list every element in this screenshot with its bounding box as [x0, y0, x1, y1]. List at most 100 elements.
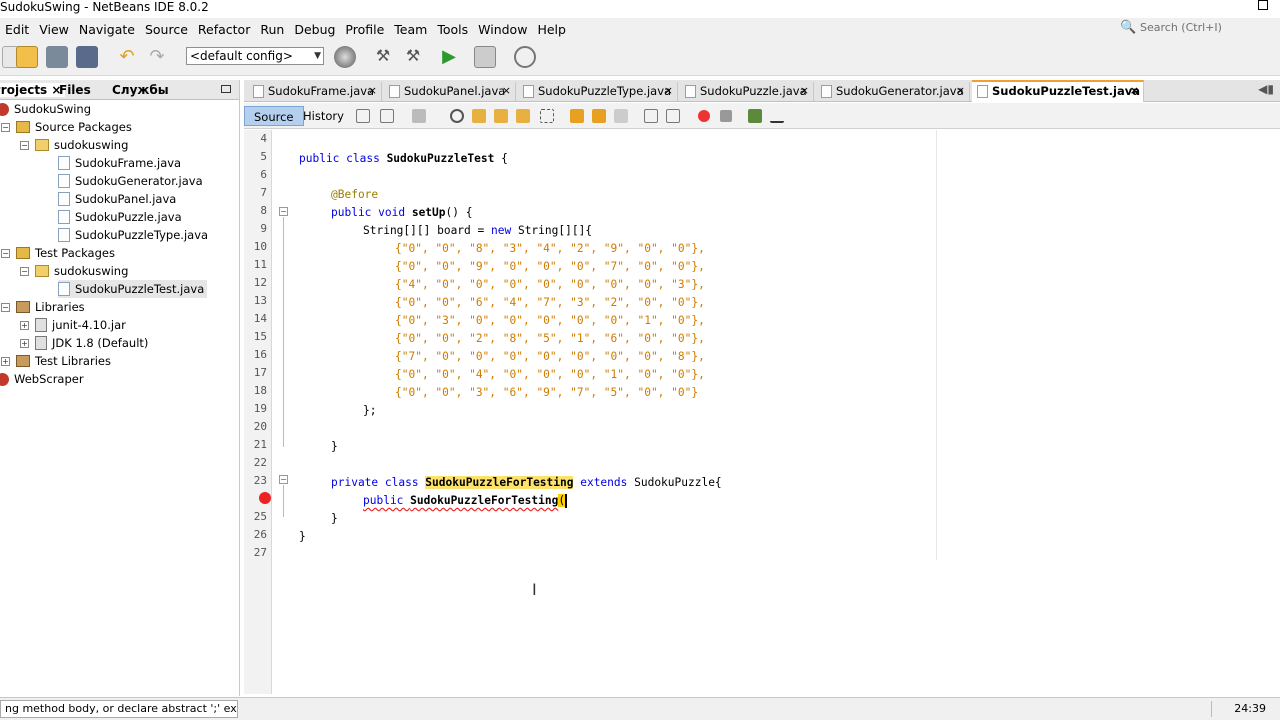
- tree-node-sudokugenerator[interactable]: SudokuGenerator.java: [58, 172, 203, 190]
- tab-sudokugenerator[interactable]: SudokuGenerator.java ×: [816, 82, 970, 101]
- restore-window-icon[interactable]: [1258, 0, 1268, 10]
- shift-left-icon[interactable]: [644, 109, 658, 123]
- tab-files[interactable]: Files: [59, 83, 91, 97]
- tree-node-sudokupanel[interactable]: SudokuPanel.java: [58, 190, 176, 208]
- collapse-icon[interactable]: −: [20, 140, 29, 150]
- status-separator: [1211, 701, 1212, 717]
- tab-sudokupuzzletest[interactable]: SudokuPuzzleTest.java ×: [972, 80, 1144, 102]
- back-icon[interactable]: [380, 109, 394, 123]
- config-value: <default config>: [190, 49, 293, 63]
- tab-sudokuframe[interactable]: SudokuFrame.java ×: [248, 82, 382, 101]
- collapse-icon[interactable]: −: [1, 122, 10, 132]
- menu-help[interactable]: Help: [532, 22, 571, 37]
- tree-node-test-libraries[interactable]: + Test Libraries: [1, 352, 111, 370]
- build-icon[interactable]: ⚒: [372, 46, 394, 68]
- tree-node-source-packages[interactable]: − Source Packages: [1, 118, 132, 136]
- menu-view[interactable]: View: [34, 22, 74, 37]
- tab-scroll-icon[interactable]: ◀▮: [1258, 82, 1274, 96]
- comment-icon[interactable]: [748, 109, 762, 123]
- profile-icon[interactable]: [514, 46, 536, 68]
- error-marker-icon[interactable]: [259, 492, 271, 504]
- tab-sudokupanel[interactable]: SudokuPanel.java ×: [384, 82, 516, 101]
- tree-node-package-sudokuswing[interactable]: − sudokuswing: [20, 136, 128, 154]
- toggle-bookmark-icon[interactable]: [614, 109, 628, 123]
- undo-icon[interactable]: ↶: [116, 46, 138, 68]
- collapse-icon[interactable]: −: [1, 302, 10, 312]
- tab-sudokupuzzle[interactable]: SudokuPuzzle.java ×: [680, 82, 814, 101]
- expand-icon[interactable]: +: [20, 338, 29, 348]
- collapse-icon[interactable]: −: [1, 248, 10, 258]
- close-icon[interactable]: ×: [800, 82, 809, 100]
- quick-search-field[interactable]: 🔍 Search (Ctrl+I): [1120, 18, 1272, 36]
- expand-icon[interactable]: +: [20, 320, 29, 330]
- uncomment-icon[interactable]: [770, 109, 784, 123]
- tab-sudokupuzzletype[interactable]: SudokuPuzzleType.java ×: [518, 82, 678, 101]
- find-next-icon[interactable]: [494, 109, 508, 123]
- config-select[interactable]: <default config> ▼: [186, 47, 324, 65]
- java-file-icon: [58, 210, 70, 224]
- menu-source[interactable]: Source: [140, 22, 193, 37]
- tree-node-sudokuframe[interactable]: SudokuFrame.java: [58, 154, 181, 172]
- menu-team[interactable]: Team: [389, 22, 432, 37]
- find-previous-icon[interactable]: [472, 109, 486, 123]
- line-number: 9: [260, 222, 267, 235]
- open-project-icon[interactable]: [46, 46, 68, 68]
- last-edit-icon[interactable]: [356, 109, 370, 123]
- toggle-highlight-icon[interactable]: [516, 109, 530, 123]
- clean-build-icon[interactable]: ⚒: [402, 46, 424, 68]
- redo-icon[interactable]: ↷: [146, 46, 168, 68]
- close-icon[interactable]: ×: [664, 82, 673, 100]
- find-icon[interactable]: [450, 109, 464, 123]
- menu-navigate[interactable]: Navigate: [74, 22, 140, 37]
- debug-icon[interactable]: [474, 46, 496, 68]
- minimize-panel-icon[interactable]: [221, 85, 231, 93]
- menu-refactor[interactable]: Refactor: [193, 22, 255, 37]
- tree-node-sudokupuzzle[interactable]: SudokuPuzzle.java: [58, 208, 182, 226]
- line-number: 7: [260, 186, 267, 199]
- menu-tools[interactable]: Tools: [432, 22, 473, 37]
- tree-node-junit-jar[interactable]: + junit-4.10.jar: [20, 316, 126, 334]
- menu-edit[interactable]: Edit: [0, 22, 34, 37]
- stop-macro-icon[interactable]: [720, 110, 732, 122]
- fold-collapse-icon[interactable]: −: [279, 207, 288, 216]
- menu-debug[interactable]: Debug: [289, 22, 340, 37]
- menu-profile[interactable]: Profile: [340, 22, 389, 37]
- tab-services[interactable]: Службы: [112, 83, 169, 97]
- tab-label: SudokuPuzzle.java: [700, 84, 807, 98]
- code-line-16: {"7", "0", "0", "0", "0", "0", "0", "0",…: [395, 350, 705, 363]
- start-macro-icon[interactable]: [698, 110, 710, 122]
- collapse-icon[interactable]: −: [20, 266, 29, 276]
- previous-bookmark-icon[interactable]: [570, 109, 584, 123]
- tree-node-sudokupuzzletype[interactable]: SudokuPuzzleType.java: [58, 226, 208, 244]
- tree-node-test-packages[interactable]: − Test Packages: [1, 244, 115, 262]
- target-config-icon[interactable]: [334, 46, 356, 68]
- tree-node-webscraper-project[interactable]: WebScraper: [0, 370, 84, 388]
- close-icon[interactable]: ×: [956, 82, 965, 100]
- save-all-icon[interactable]: [76, 46, 98, 68]
- tab-label: SudokuGenerator.java: [836, 84, 964, 98]
- projects-panel-tabs: Projects × Files Службы: [0, 80, 239, 100]
- close-icon[interactable]: ×: [1130, 82, 1139, 100]
- menu-run[interactable]: Run: [255, 22, 289, 37]
- new-project-icon[interactable]: [16, 46, 38, 68]
- line-number-gutter: 4 5 6 7 8 9 10 11 12 13 14 15 16 17 18 1…: [244, 130, 272, 694]
- expand-icon[interactable]: +: [1, 356, 10, 366]
- tab-projects[interactable]: Projects ×: [0, 83, 66, 97]
- tree-node-jdk[interactable]: + JDK 1.8 (Default): [20, 334, 148, 352]
- code-line-15: {"0", "0", "2", "8", "5", "1", "6", "0",…: [395, 332, 705, 345]
- tree-node-test-package-sudokuswing[interactable]: − sudokuswing: [20, 262, 128, 280]
- tree-node-sudokuswing-project[interactable]: SudokuSwing: [0, 100, 91, 118]
- forward-icon[interactable]: [412, 109, 426, 123]
- close-icon[interactable]: ×: [502, 82, 511, 100]
- fold-collapse-icon[interactable]: −: [279, 475, 288, 484]
- menu-window[interactable]: Window: [473, 22, 532, 37]
- tree-node-libraries[interactable]: − Libraries: [1, 298, 85, 316]
- run-icon[interactable]: ▶: [438, 46, 460, 68]
- tree-node-sudokupuzzletest[interactable]: SudokuPuzzleTest.java: [58, 280, 208, 298]
- line-number: 6: [260, 168, 267, 181]
- next-bookmark-icon[interactable]: [592, 109, 606, 123]
- history-button[interactable]: History: [294, 106, 353, 126]
- toggle-rect-selection-icon[interactable]: [540, 109, 554, 123]
- shift-right-icon[interactable]: [666, 109, 680, 123]
- close-icon[interactable]: ×: [368, 82, 377, 100]
